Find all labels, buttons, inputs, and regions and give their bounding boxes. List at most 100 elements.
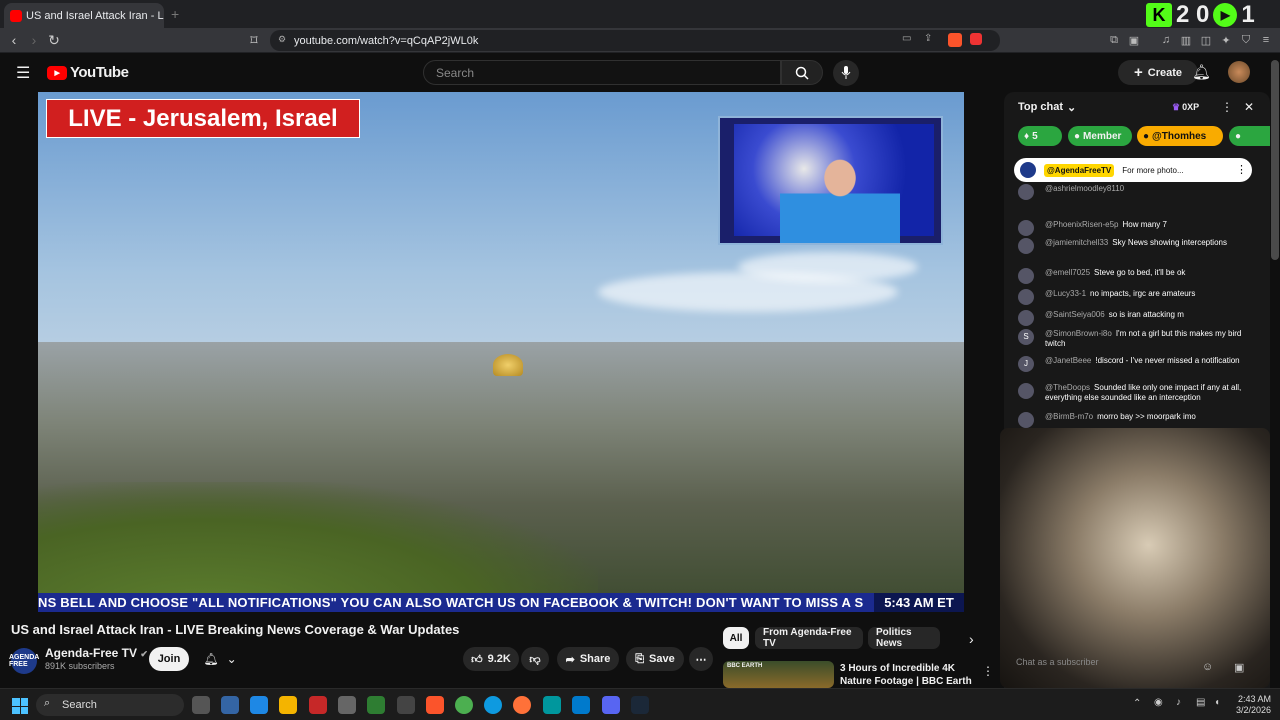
chat-message[interactable]: J @JanetBeee !discord - I've never missed … [1018, 356, 1253, 372]
save-button[interactable]: ⎘ Save [626, 647, 684, 671]
chat-message[interactable]: @Lucy33-1 no impacts, irgc are amateurs [1018, 289, 1253, 305]
chat-username: @emell7025 [1045, 268, 1091, 277]
steam-icon[interactable] [631, 696, 649, 714]
back-icon[interactable]: ‹ [6, 32, 22, 48]
chip-politics-news[interactable]: Politics News [868, 627, 940, 649]
forward-icon[interactable]: › [26, 32, 42, 48]
chip-from-channel[interactable]: From Agenda-Free TV [755, 627, 863, 649]
voice-search-button[interactable] [833, 60, 859, 86]
brave-browser-icon[interactable] [426, 696, 444, 714]
chat-badge-reactions[interactable]: ♦ 5 [1018, 126, 1062, 146]
chat-badge-member[interactable]: ● Member [1068, 126, 1132, 146]
emoji-icon[interactable]: ☺ [1202, 661, 1213, 673]
leo-ai-icon[interactable]: ✦ [1219, 33, 1233, 47]
app-icon[interactable] [309, 696, 327, 714]
discord-icon[interactable] [602, 696, 620, 714]
channel-avatar[interactable]: AGENDA FREE [9, 648, 39, 674]
notifications-bell-icon[interactable]: 🔔︎ [1192, 63, 1211, 81]
brave-rewards-icon[interactable] [970, 33, 982, 45]
chat-message[interactable]: @PhoenixRisen-e5p How many 7 [1018, 220, 1253, 236]
share-page-icon[interactable]: ⇪ [924, 33, 932, 44]
taskbar-search[interactable]: ⌕ Search [36, 694, 184, 716]
send-icon[interactable]: ▣ [1234, 661, 1244, 674]
chat-badge-more[interactable]: ● [1229, 126, 1270, 146]
app-icon[interactable] [367, 696, 385, 714]
join-button[interactable]: Join [149, 647, 189, 671]
search-input[interactable]: Search [423, 60, 781, 85]
youtube-logo[interactable]: ▶ YouTube [47, 64, 129, 81]
reload-icon[interactable]: ↻ [46, 32, 62, 48]
recommended-title[interactable]: 3 Hours of Incredible 4K Nature Footage … [840, 662, 980, 688]
dome-of-the-rock [493, 354, 523, 376]
menu-icon[interactable]: ≡ [1259, 33, 1273, 47]
video-player[interactable]: LIVE - Jerusalem, Israel NS BELL AND CHO… [38, 92, 964, 612]
sidebar-icon[interactable]: ▥ [1179, 33, 1193, 47]
create-button[interactable]: + Create [1118, 60, 1198, 85]
bookmark-icon[interactable]: ⌑ [246, 32, 262, 48]
chat-message[interactable]: @ashrielmoodley8110 [1018, 184, 1253, 200]
dislike-button[interactable]: 👎︎ [521, 647, 549, 671]
plus-icon: + [1133, 64, 1143, 81]
task-view-icon[interactable] [192, 696, 210, 714]
pinned-message[interactable]: @AgendaFreeTV For more photo... ⋮ [1014, 158, 1252, 182]
avatar[interactable] [1228, 61, 1250, 83]
hamburger-menu-icon[interactable]: ☰ [16, 63, 30, 83]
tray-chevron-icon[interactable]: ⌃ [1133, 698, 1141, 709]
chips-next-icon[interactable]: › [969, 631, 974, 647]
chat-message[interactable]: @jamiemitchell33 Sky News showing interce… [1018, 238, 1253, 254]
vscode-icon[interactable] [572, 696, 590, 714]
like-button[interactable]: 👍︎ 9.2K [463, 647, 519, 671]
search-button[interactable] [781, 60, 823, 85]
vpn-icon[interactable]: ⛉ [1239, 33, 1253, 47]
edge-icon[interactable] [484, 696, 502, 714]
pinned-more-icon[interactable]: ⋮ [1236, 163, 1247, 176]
channel-name[interactable]: Agenda-Free TV ✔ [45, 646, 148, 660]
close-chat-icon[interactable]: ✕ [1244, 100, 1254, 114]
chat-options-icon[interactable]: ⋮ [1221, 100, 1233, 114]
subscription-bell-button[interactable]: 🔔︎ ⌄ [195, 647, 245, 671]
chat-message[interactable]: @emell7025 Steve go to bed, it'll be ok [1018, 268, 1253, 284]
address-bar[interactable]: ⚙ youtube.com/watch?v=qCqAP2jWL0k ▭ ⇪ [270, 30, 1000, 51]
clock[interactable]: 2:43 AM 3/2/2026 [1236, 694, 1271, 716]
chat-avatar: J [1018, 356, 1034, 372]
chrome-icon[interactable] [455, 696, 473, 714]
tray-app-icon[interactable]: ◉ [1154, 697, 1163, 708]
more-actions-button[interactable]: ⋯ [689, 647, 713, 671]
like-count: 9.2K [487, 653, 511, 665]
browser-tab[interactable]: US and Israel Attack Iran - LIV ✕ [4, 3, 164, 28]
wallet-icon[interactable]: ▣ [1127, 33, 1141, 47]
recommended-more-icon[interactable]: ⋮ [982, 664, 994, 678]
tabs-icon[interactable]: ◫ [1199, 33, 1213, 47]
chat-message[interactable]: @BirmB-m7o morro bay >> moorpark imo [1018, 412, 1253, 428]
network-icon[interactable]: ▤ [1196, 697, 1205, 708]
app-icon[interactable] [250, 696, 268, 714]
chat-message[interactable]: @TheDoops Sounded like only one impact if… [1018, 383, 1253, 403]
recommended-thumbnail[interactable]: BBC EARTH [723, 661, 834, 688]
chat-input[interactable]: Chat as a subscriber [1016, 657, 1099, 667]
app-icon[interactable] [338, 696, 356, 714]
mic-tray-icon[interactable]: ♪ [1176, 697, 1181, 708]
share-button[interactable]: ➦ Share [557, 647, 619, 671]
tab-title: US and Israel Attack Iran - LIV [26, 9, 164, 22]
chip-all[interactable]: All [723, 627, 749, 649]
new-tab-button[interactable]: + [171, 6, 179, 22]
arduino-icon[interactable] [543, 696, 561, 714]
page-scrollbar[interactable] [1271, 60, 1279, 260]
site-info-icon[interactable]: ⚙ [278, 34, 286, 45]
music-icon[interactable]: ♫ [1159, 33, 1173, 47]
start-icon[interactable] [12, 698, 28, 714]
brave-shield-icon[interactable] [948, 33, 962, 47]
chat-mode-selector[interactable]: Top chat ⌄ [1018, 101, 1076, 114]
chat-message[interactable]: @SaintSeiya006 so is iran attacking m [1018, 310, 1253, 326]
app-icon[interactable] [397, 696, 415, 714]
app-icon[interactable] [221, 696, 239, 714]
cast-icon[interactable]: ▭ [902, 33, 911, 44]
chat-badge-user[interactable]: ● @Thomhes [1137, 126, 1223, 146]
file-explorer-icon[interactable] [279, 696, 297, 714]
chat-message[interactable]: S @SimonBrown-i8o I'm not a girl but this … [1018, 329, 1253, 349]
volume-icon[interactable]: ◖ [1214, 697, 1220, 708]
extensions-icon[interactable]: ⧉ [1107, 33, 1121, 47]
firefox-icon[interactable] [513, 696, 531, 714]
xp-indicator[interactable]: ♛ 0XP [1172, 102, 1199, 113]
chat-text: Steve go to bed, it'll be ok [1094, 268, 1186, 277]
